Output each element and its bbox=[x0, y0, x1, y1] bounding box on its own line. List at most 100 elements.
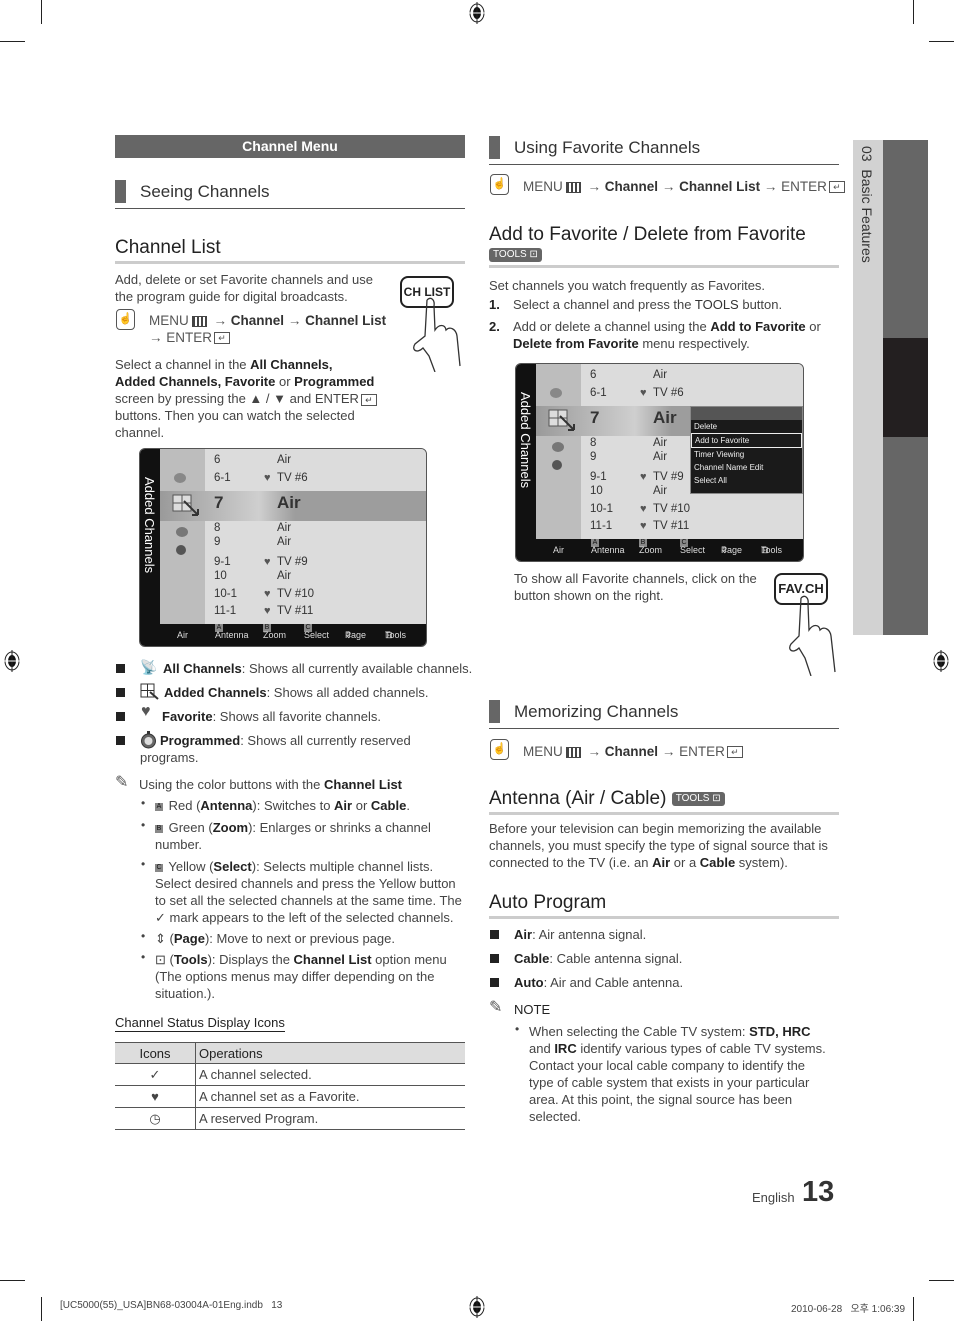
seeing-channels-heading: Seeing Channels bbox=[115, 180, 465, 209]
arrow: → bbox=[587, 744, 602, 759]
path-channel-list: Channel List bbox=[305, 313, 387, 328]
note-page: ⇕ (Page): Move to next or previous page. bbox=[155, 930, 395, 947]
favorites-menu-path: MENU → Channel → Channel List → ENTER ↵ bbox=[523, 178, 845, 195]
popup-menu-item[interactable]: Delete bbox=[691, 420, 802, 433]
t: system). bbox=[735, 855, 788, 870]
crop-mark bbox=[41, 0, 42, 24]
footer-select: Select bbox=[304, 630, 330, 640]
channel-number: 10-1 bbox=[214, 588, 238, 600]
note-pencil-icon: ✎ bbox=[489, 999, 503, 1016]
t: type of cable system that exists in your… bbox=[529, 1075, 810, 1090]
text: or bbox=[275, 374, 295, 389]
bullet-square bbox=[116, 712, 125, 721]
t: When selecting the Cable TV system: bbox=[529, 1024, 750, 1039]
channel-number: 7 bbox=[590, 408, 600, 427]
heart-icon: ♥ bbox=[640, 503, 647, 515]
mode-all-channels: All Channels: Shows all currently availa… bbox=[163, 660, 472, 677]
crop-mark bbox=[913, 0, 914, 24]
channel-list-intro: Add, delete or set Favorite channels and… bbox=[115, 271, 395, 305]
popup-menu-item[interactable]: Add to Favorite bbox=[691, 433, 802, 448]
table-row: ◷ A reserved Program. bbox=[115, 1107, 465, 1130]
registration-mark-icon bbox=[468, 1296, 486, 1318]
t: Antenna bbox=[200, 798, 253, 813]
checkmark-icon: ✓ bbox=[155, 910, 166, 925]
channel-number: 6-1 bbox=[214, 472, 231, 484]
t: Air bbox=[652, 855, 671, 870]
added-channels-icon bbox=[140, 683, 159, 700]
t: and bbox=[529, 1041, 555, 1056]
bullet-square bbox=[116, 736, 125, 745]
t: connected to the TV (i.e. an bbox=[489, 855, 653, 870]
screen-footer: Air A Antenna B Zoom C Select ⇕ Page ⊡ Tool… bbox=[140, 624, 426, 646]
channel-name: Air bbox=[653, 408, 677, 427]
add-favorite-screen: Added Channels 6 Air 6-1 ♥ TV #6 7 Air 8 Air 9 Air… bbox=[515, 363, 804, 562]
enter-label: ENTER bbox=[166, 330, 213, 345]
clock-icon: ◷ bbox=[115, 1107, 196, 1130]
channel-name: Air bbox=[277, 493, 301, 512]
bullet-dot: • bbox=[141, 857, 146, 871]
heading-marker bbox=[489, 136, 500, 159]
t: number. bbox=[155, 837, 202, 852]
popup-menu-item[interactable]: Select All bbox=[691, 474, 802, 487]
channel-number: 11-1 bbox=[214, 605, 237, 617]
footer-select: Select bbox=[680, 545, 706, 555]
heart-icon: ♥ bbox=[640, 387, 647, 399]
t: Air bbox=[334, 798, 353, 813]
channel-list-screen: Added Channels 6 Air 6-1 ♥ TV #6 7 Air 8 Air 9 Air… bbox=[139, 448, 427, 647]
t: : Air and Cable antenna. bbox=[543, 975, 684, 990]
status-icons-title: Channel Status Display Icons bbox=[115, 1015, 285, 1032]
table-row: ♥ A channel set as a Favorite. bbox=[115, 1085, 465, 1108]
bullet-square bbox=[116, 688, 125, 697]
channel-name: Air bbox=[277, 570, 292, 582]
chapter-tab-label: 03 Basic Features bbox=[859, 146, 875, 263]
channel-number: 9 bbox=[590, 451, 597, 463]
mode-desc: : Shows all currently reserved bbox=[240, 733, 411, 748]
key-c-icon: C bbox=[155, 863, 163, 872]
t: Tools bbox=[173, 952, 208, 967]
t: ( bbox=[165, 952, 174, 967]
programmed-icon bbox=[552, 460, 562, 470]
table-row: ✓ A channel selected. bbox=[115, 1063, 465, 1086]
channel-name: TV #10 bbox=[653, 503, 691, 515]
channel-number: 7 bbox=[214, 493, 224, 512]
t: button shown on the right. bbox=[514, 588, 664, 603]
intro-line: the program guide for digital broadcasts… bbox=[115, 289, 348, 304]
auto-item-cable: Cable: Cable antenna signal. bbox=[514, 950, 682, 967]
channel-name: TV #6 bbox=[277, 472, 308, 484]
t: : Cable antenna signal. bbox=[549, 951, 683, 966]
chapter-title: Basic Features bbox=[859, 169, 875, 263]
path-channel: Channel bbox=[604, 179, 659, 194]
bullet-square bbox=[490, 930, 499, 939]
text: buttons. Then you can watch the selected bbox=[115, 408, 355, 423]
text: screen by pressing the ▲ / ▼ and ENTER bbox=[115, 391, 359, 406]
t: ): Switches to bbox=[252, 798, 335, 813]
mode-favorite: Favorite: Shows all favorite channels. bbox=[162, 708, 381, 725]
popup-menu-item[interactable]: Timer Viewing bbox=[691, 448, 802, 461]
mode-label: Favorite bbox=[162, 709, 213, 724]
t: Select desired channels and press the Ye… bbox=[155, 876, 456, 891]
heading-text: Memorizing Channels bbox=[514, 702, 679, 721]
note-yellow: C Yellow (Select): Selects multiple chan… bbox=[155, 858, 467, 926]
menu-path-icon: ☝ bbox=[116, 309, 135, 330]
popup-menu-item[interactable]: Channel Name Edit bbox=[691, 461, 802, 474]
enter-icon: ↵ bbox=[828, 181, 845, 194]
menu-path-icon: ☝ bbox=[490, 174, 509, 195]
antenna-line-3: connected to the TV (i.e. an Air or a Ca… bbox=[489, 854, 839, 871]
text-bold: Added Channels, Favorite bbox=[115, 374, 276, 389]
enter-icon: ↵ bbox=[214, 332, 231, 345]
channel-name: TV #11 bbox=[653, 520, 690, 532]
chapter-number: 03 bbox=[859, 146, 875, 162]
t: situation.). bbox=[155, 986, 215, 1001]
t: ): Selects multiple channel lists. bbox=[251, 859, 434, 874]
antenna-body: Before your television can begin memoriz… bbox=[489, 820, 839, 871]
enter-icon: ↵ bbox=[726, 746, 743, 759]
page-number: 13 bbox=[802, 1176, 835, 1208]
screen-footer: Air A Antenna B Zoom C Select ⇕ Page ⊡ Tool… bbox=[516, 539, 803, 561]
tools-badge: TOOLS ⊡ bbox=[489, 247, 542, 262]
heading-marker bbox=[489, 700, 500, 723]
operation-text: A channel set as a Favorite. bbox=[195, 1085, 465, 1108]
key-b-icon: B bbox=[155, 824, 163, 833]
t: ): Enlarges or shrinks a channel bbox=[248, 820, 431, 835]
all-channels-icon: 📡 bbox=[140, 659, 158, 675]
t: to set all the selected channels at the … bbox=[155, 893, 462, 908]
